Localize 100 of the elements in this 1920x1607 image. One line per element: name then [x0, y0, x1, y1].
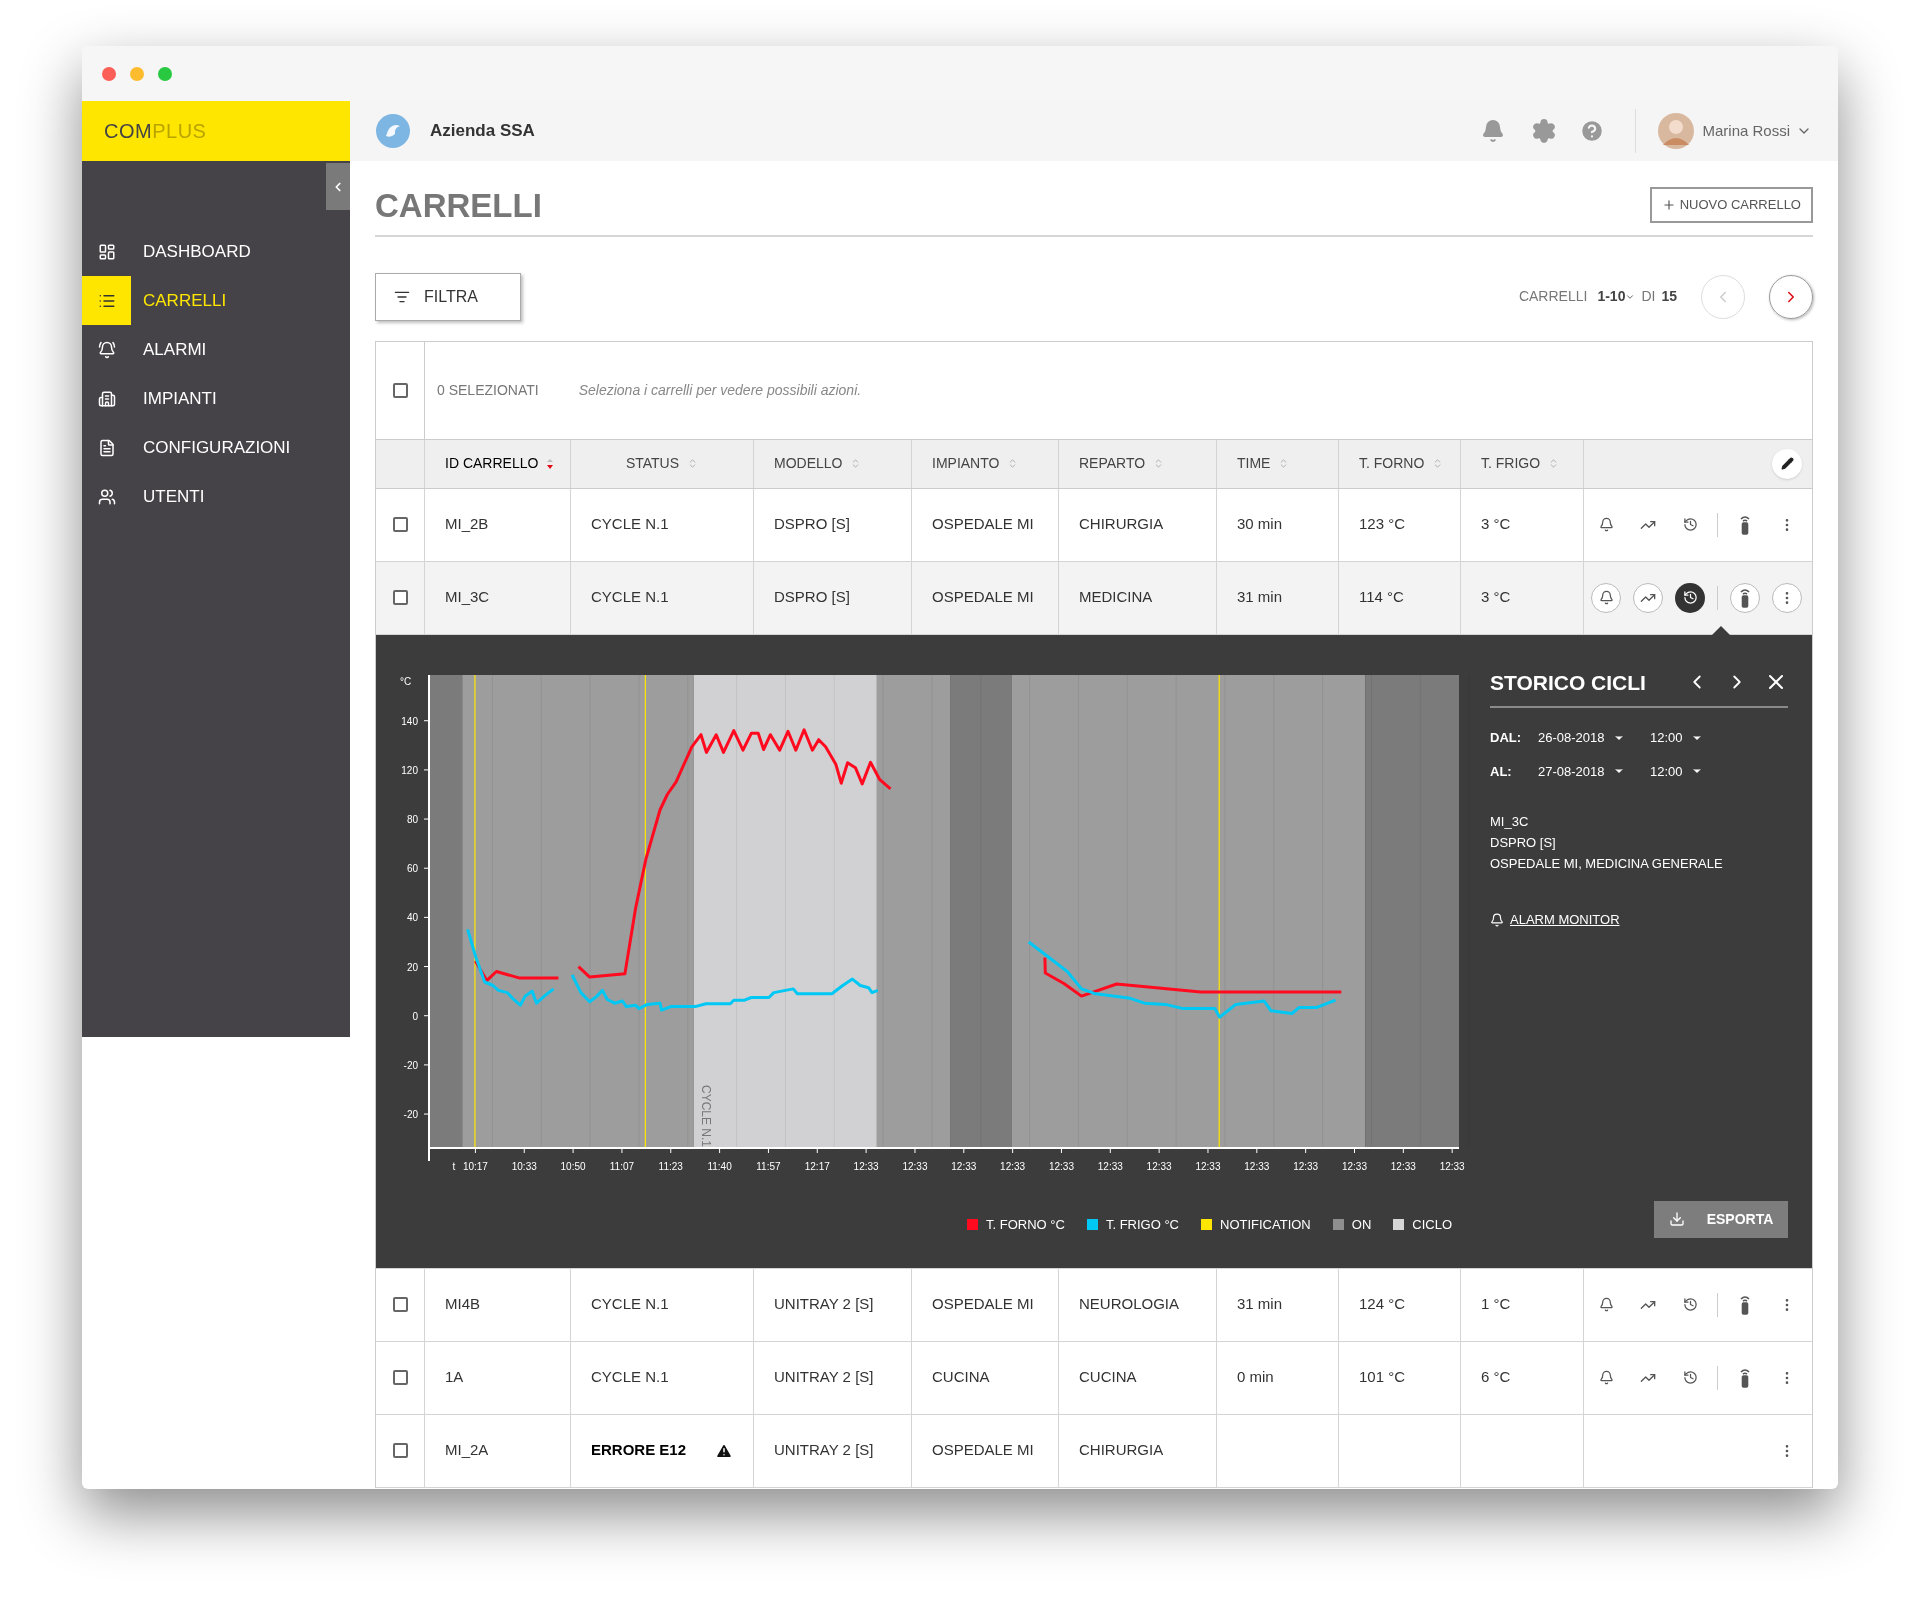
axis-label: 10:33 [511, 1160, 537, 1172]
panel-title: STORICO CICLI [1490, 669, 1646, 696]
table-cell-text: 31 min [1237, 587, 1283, 608]
date-dropdown[interactable]: 26-08-2018 [1538, 728, 1650, 748]
table-cell-text: 0 min [1237, 1367, 1274, 1388]
history-icon [1682, 590, 1698, 605]
alarm-monitor-link[interactable]: ALARM MONITOR [1510, 910, 1620, 930]
table-cell-text: OSPEDALE MI [932, 1440, 1034, 1461]
pagination-range[interactable]: 1-10 [1597, 286, 1636, 307]
bell-icon [97, 340, 116, 359]
column-header[interactable]: MODELLO [774, 453, 843, 474]
table-row[interactable]: 1A CYCLE N.1 UNITRAY 2 [S] CUCINA CUCINA 0 min 101 °C 6 °C [376, 1341, 1812, 1415]
avatar[interactable] [1658, 113, 1695, 149]
export-button[interactable]: ESPORTA [1654, 1200, 1788, 1238]
axis-label: 60 [406, 862, 418, 874]
checkbox[interactable] [392, 1370, 408, 1385]
table-cell-text: OSPEDALE MI [932, 587, 1034, 608]
table-cell-text: MI_2A [445, 1440, 489, 1461]
axis-label: -20 [403, 1108, 418, 1120]
date-label: AL: [1490, 762, 1513, 781]
table-row[interactable]: MI_3C CYCLE N.1 DSPRO [S] OSPEDALE MI MEDICINA 31 min 114 °C 3 °C [376, 561, 1812, 635]
axis-label: 11:40 [707, 1160, 732, 1172]
checkbox[interactable] [392, 1443, 408, 1458]
selection-hint: Seleziona i carrelli per vedere possibili azioni. [578, 380, 862, 400]
nav-item[interactable]: DASHBOARD [82, 227, 350, 276]
column-header[interactable]: T. FRIGO [1481, 453, 1541, 474]
history-icon [1682, 1297, 1698, 1312]
table-cell-text: MI4B [445, 1294, 480, 1315]
axis-label: 12:33 [1146, 1160, 1172, 1172]
table-row[interactable]: MI_2A ERRORE E12 UNITRAY 2 [S] OSPEDALE MI CHIRURGIA [376, 1414, 1812, 1488]
user-menu[interactable]: Marina Rossi [1702, 119, 1812, 143]
dashboard-icon [97, 242, 116, 261]
checkbox[interactable] [392, 382, 408, 398]
pagination-label: CARRELLI [1518, 287, 1588, 306]
table-cell-text: CYCLE N.1 [591, 514, 669, 535]
column-header[interactable]: ID CARRELLO [445, 453, 539, 474]
time-dropdown[interactable]: 12:00 [1650, 728, 1730, 748]
y-axis-unit: °C [400, 675, 412, 687]
table-cell-text: UNITRAY 2 [S] [774, 1294, 874, 1315]
table-cell-text: UNITRAY 2 [S] [774, 1440, 874, 1461]
axis-label: 12:33 [1244, 1160, 1270, 1172]
page-title: CARRELLI [375, 186, 542, 226]
date-dropdown[interactable]: 27-08-2018 [1538, 761, 1650, 781]
download-icon [1668, 1211, 1685, 1227]
axis-label: 11:07 [609, 1160, 635, 1172]
checkbox[interactable] [392, 1297, 408, 1312]
edit-columns-button[interactable] [1772, 448, 1802, 479]
nav-item[interactable]: UTENTI [82, 472, 350, 521]
axis-label: 12:17 [804, 1160, 830, 1172]
organization-name: Azienda SSA [430, 120, 535, 143]
plus-icon [1661, 197, 1676, 212]
axis-label: 12:33 [1048, 1160, 1074, 1172]
table-row[interactable]: MI4B CYCLE N.1 UNITRAY 2 [S] OSPEDALE MI NEUROLOGIA 31 min 124 °C 1 °C [376, 1268, 1812, 1342]
checkbox[interactable] [392, 517, 408, 532]
table-cell-text: 31 min [1237, 1294, 1283, 1315]
table-row[interactable]: MI_2B CYCLE N.1 DSPRO [S] OSPEDALE MI CHIRURGIA 30 min 123 °C 3 °C [376, 488, 1812, 562]
table-cell-text: CUCINA [932, 1367, 990, 1388]
bell-icon [1598, 590, 1614, 605]
bell-icon [1598, 1370, 1614, 1385]
legend-label: T. FORNO °C [986, 1215, 1065, 1234]
column-header[interactable]: REPARTO [1079, 453, 1146, 474]
axis-label: 11:57 [756, 1160, 781, 1172]
column-header[interactable]: T. FORNO [1359, 453, 1425, 474]
nav-item[interactable]: CONFIGURAZIONI [82, 423, 350, 472]
axis-label: 80 [406, 813, 418, 825]
checkbox[interactable] [392, 590, 408, 605]
new-cart-button[interactable]: NUOVO CARRELLO [1649, 186, 1813, 223]
remote-icon [1738, 587, 1752, 608]
axis-label: 10:50 [560, 1160, 586, 1172]
notifications-button[interactable] [1481, 119, 1506, 143]
settings-icon [1531, 118, 1558, 144]
axis-label: 11:23 [658, 1160, 683, 1172]
bell-icon [1490, 912, 1504, 927]
building-icon [97, 389, 116, 408]
nav-item[interactable]: ALARMI [82, 325, 350, 374]
sort-icon[interactable] [546, 458, 555, 469]
settings-button[interactable] [1531, 118, 1558, 144]
band-label: CYCLE N.1 [698, 1084, 713, 1147]
column-header[interactable]: IMPIANTO [932, 453, 1000, 474]
nav-item[interactable]: IMPIANTI [82, 374, 350, 423]
alarm-button[interactable] [1591, 582, 1621, 613]
table-cell-text: ERRORE E12 [591, 1440, 687, 1461]
history-button[interactable] [1675, 582, 1705, 613]
table-cell-text: 101 °C [1359, 1367, 1406, 1388]
remote-button[interactable] [1730, 582, 1760, 613]
nav-item[interactable]: CARRELLI [82, 276, 350, 325]
table-cell-text: 30 min [1237, 514, 1283, 535]
trend-button[interactable] [1633, 582, 1663, 613]
axis-label: -20 [403, 1059, 418, 1071]
filter-button[interactable]: FILTRA [375, 272, 521, 321]
logo: COMPLUS [104, 119, 207, 144]
column-header[interactable]: STATUS [625, 453, 680, 474]
column-header[interactable]: TIME [1237, 453, 1271, 474]
legend-label: T. FRIGO °C [1105, 1215, 1179, 1234]
table-cell-text: 1A [445, 1367, 464, 1388]
table-cell-text: CHIRURGIA [1079, 1440, 1164, 1461]
table-cell-text: MI_2B [445, 514, 489, 535]
remote-icon [1738, 1294, 1752, 1315]
time-dropdown[interactable]: 12:00 [1650, 761, 1730, 781]
axis-label: 12:33 [853, 1160, 879, 1172]
